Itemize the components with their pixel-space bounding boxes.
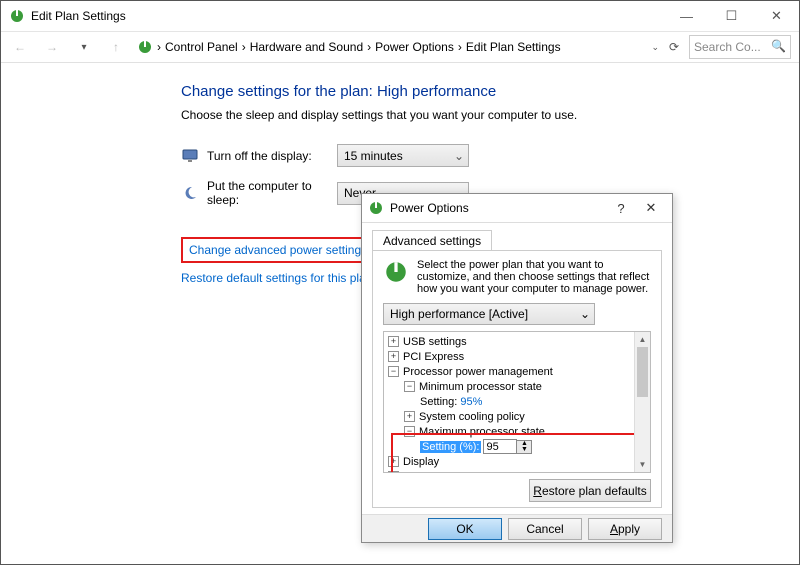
collapse-icon[interactable]: − (404, 381, 415, 392)
dialog-title: Power Options (390, 201, 469, 215)
breadcrumb-item[interactable]: Hardware and Sound (250, 40, 363, 54)
power-options-dialog: Power Options ? ✕ Advanced settings Sele… (361, 193, 673, 543)
page-subtitle: Choose the sleep and display settings th… (181, 108, 779, 122)
tree-item-multimedia[interactable]: Multimedia settings (403, 471, 497, 474)
breadcrumb-item[interactable]: Control Panel (165, 40, 238, 54)
restore-plan-defaults-button[interactable]: Restore plan defaults (529, 479, 651, 502)
tree-item-min-state[interactable]: Minimum processor state (419, 381, 542, 393)
breadcrumb: › Control Panel› Hardware and Sound› Pow… (137, 39, 641, 55)
breadcrumb-item[interactable]: Power Options (375, 40, 454, 54)
maximize-button[interactable]: ☐ (709, 2, 754, 31)
max-setting-input[interactable] (483, 439, 517, 454)
dialog-titlebar: Power Options ? ✕ (362, 194, 672, 223)
tree-item-display[interactable]: Display (403, 456, 439, 468)
expand-icon[interactable]: + (388, 456, 399, 467)
edit-plan-window: Edit Plan Settings — ☐ ✕ ← → ▾ ↑ › Contr… (0, 0, 800, 565)
breadcrumb-item[interactable]: Edit Plan Settings (466, 40, 561, 54)
cancel-button[interactable]: Cancel (508, 518, 582, 540)
scroll-down-icon[interactable]: ▼ (635, 457, 650, 472)
up-button[interactable]: ↑ (105, 36, 127, 58)
search-icon: 🔍 (771, 39, 786, 53)
advanced-power-settings-link[interactable]: Change advanced power settings (189, 243, 367, 257)
settings-tree[interactable]: +USB settings +PCI Express −Processor po… (383, 331, 651, 473)
power-plan-icon (9, 8, 25, 24)
collapse-icon[interactable]: − (404, 426, 415, 437)
restore-defaults-link[interactable]: Restore default settings for this plan (181, 271, 372, 285)
max-setting-label[interactable]: Setting (%): (420, 441, 481, 453)
monitor-icon (181, 147, 199, 165)
spin-down-icon[interactable]: ▼ (517, 447, 531, 453)
search-placeholder: Search Co... (694, 40, 761, 54)
chevron-down-icon: ⌄ (580, 307, 590, 321)
power-plan-icon (368, 200, 384, 216)
tree-item-usb[interactable]: USB settings (403, 336, 467, 348)
expand-icon[interactable]: + (388, 471, 399, 473)
window-title: Edit Plan Settings (31, 9, 126, 23)
moon-icon (181, 184, 199, 202)
expand-icon[interactable]: + (388, 336, 399, 347)
tree-item-cooling[interactable]: System cooling policy (419, 411, 525, 423)
page-title: Change settings for the plan: High perfo… (181, 83, 779, 100)
max-setting-spinner[interactable]: ▲▼ (483, 439, 532, 454)
setting-label: Put the computer to sleep: (207, 179, 337, 207)
dialog-body: Advanced settings Select the power plan … (362, 223, 672, 516)
min-setting-value[interactable]: 95% (460, 396, 482, 408)
scroll-thumb[interactable] (637, 347, 648, 397)
display-timeout-select[interactable]: 15 minutes ⌄ (337, 144, 469, 167)
setting-label: Turn off the display: (207, 149, 337, 163)
tab-panel: Select the power plan that you want to c… (372, 250, 662, 508)
search-input[interactable]: Search Co... 🔍 (689, 35, 791, 59)
back-button[interactable]: ← (9, 36, 31, 58)
setting-row-display: Turn off the display: 15 minutes ⌄ (181, 144, 779, 167)
history-dropdown[interactable]: ▾ (73, 36, 95, 58)
tab-advanced-settings[interactable]: Advanced settings (372, 230, 492, 251)
close-button[interactable]: ✕ (754, 2, 799, 31)
highlight-advanced-link: Change advanced power settings (181, 237, 375, 263)
forward-button[interactable]: → (41, 36, 63, 58)
power-plan-icon (383, 259, 409, 285)
help-button[interactable]: ? (606, 201, 636, 216)
tree-item-ppm[interactable]: Processor power management (403, 366, 553, 378)
dialog-blurb: Select the power plan that you want to c… (383, 259, 651, 295)
refresh-button[interactable]: ⟳ (665, 40, 683, 54)
tree-item-pci[interactable]: PCI Express (403, 351, 464, 363)
tree-item-max-state[interactable]: Maximum processor state (419, 426, 545, 438)
window-controls: — ☐ ✕ (664, 2, 799, 31)
chevron-down-icon: ⌄ (454, 149, 464, 163)
navbar: ← → ▾ ↑ › Control Panel› Hardware and So… (1, 32, 799, 63)
breadcrumb-history-icon[interactable]: ⌄ (651, 42, 659, 53)
scroll-up-icon[interactable]: ▲ (635, 332, 650, 347)
collapse-icon[interactable]: − (388, 366, 399, 377)
dialog-button-row: OK Cancel Apply (362, 514, 672, 542)
expand-icon[interactable]: + (404, 411, 415, 422)
titlebar: Edit Plan Settings — ☐ ✕ (1, 1, 799, 32)
min-setting-label: Setting: (420, 396, 457, 408)
power-plan-icon (137, 39, 153, 55)
minimize-button[interactable]: — (664, 2, 709, 31)
expand-icon[interactable]: + (388, 351, 399, 362)
ok-button[interactable]: OK (428, 518, 502, 540)
power-plan-select[interactable]: High performance [Active] ⌄ (383, 303, 595, 325)
dialog-close-button[interactable]: ✕ (636, 200, 666, 216)
tree-scrollbar[interactable]: ▲ ▼ (634, 332, 650, 472)
apply-button[interactable]: Apply (588, 518, 662, 540)
